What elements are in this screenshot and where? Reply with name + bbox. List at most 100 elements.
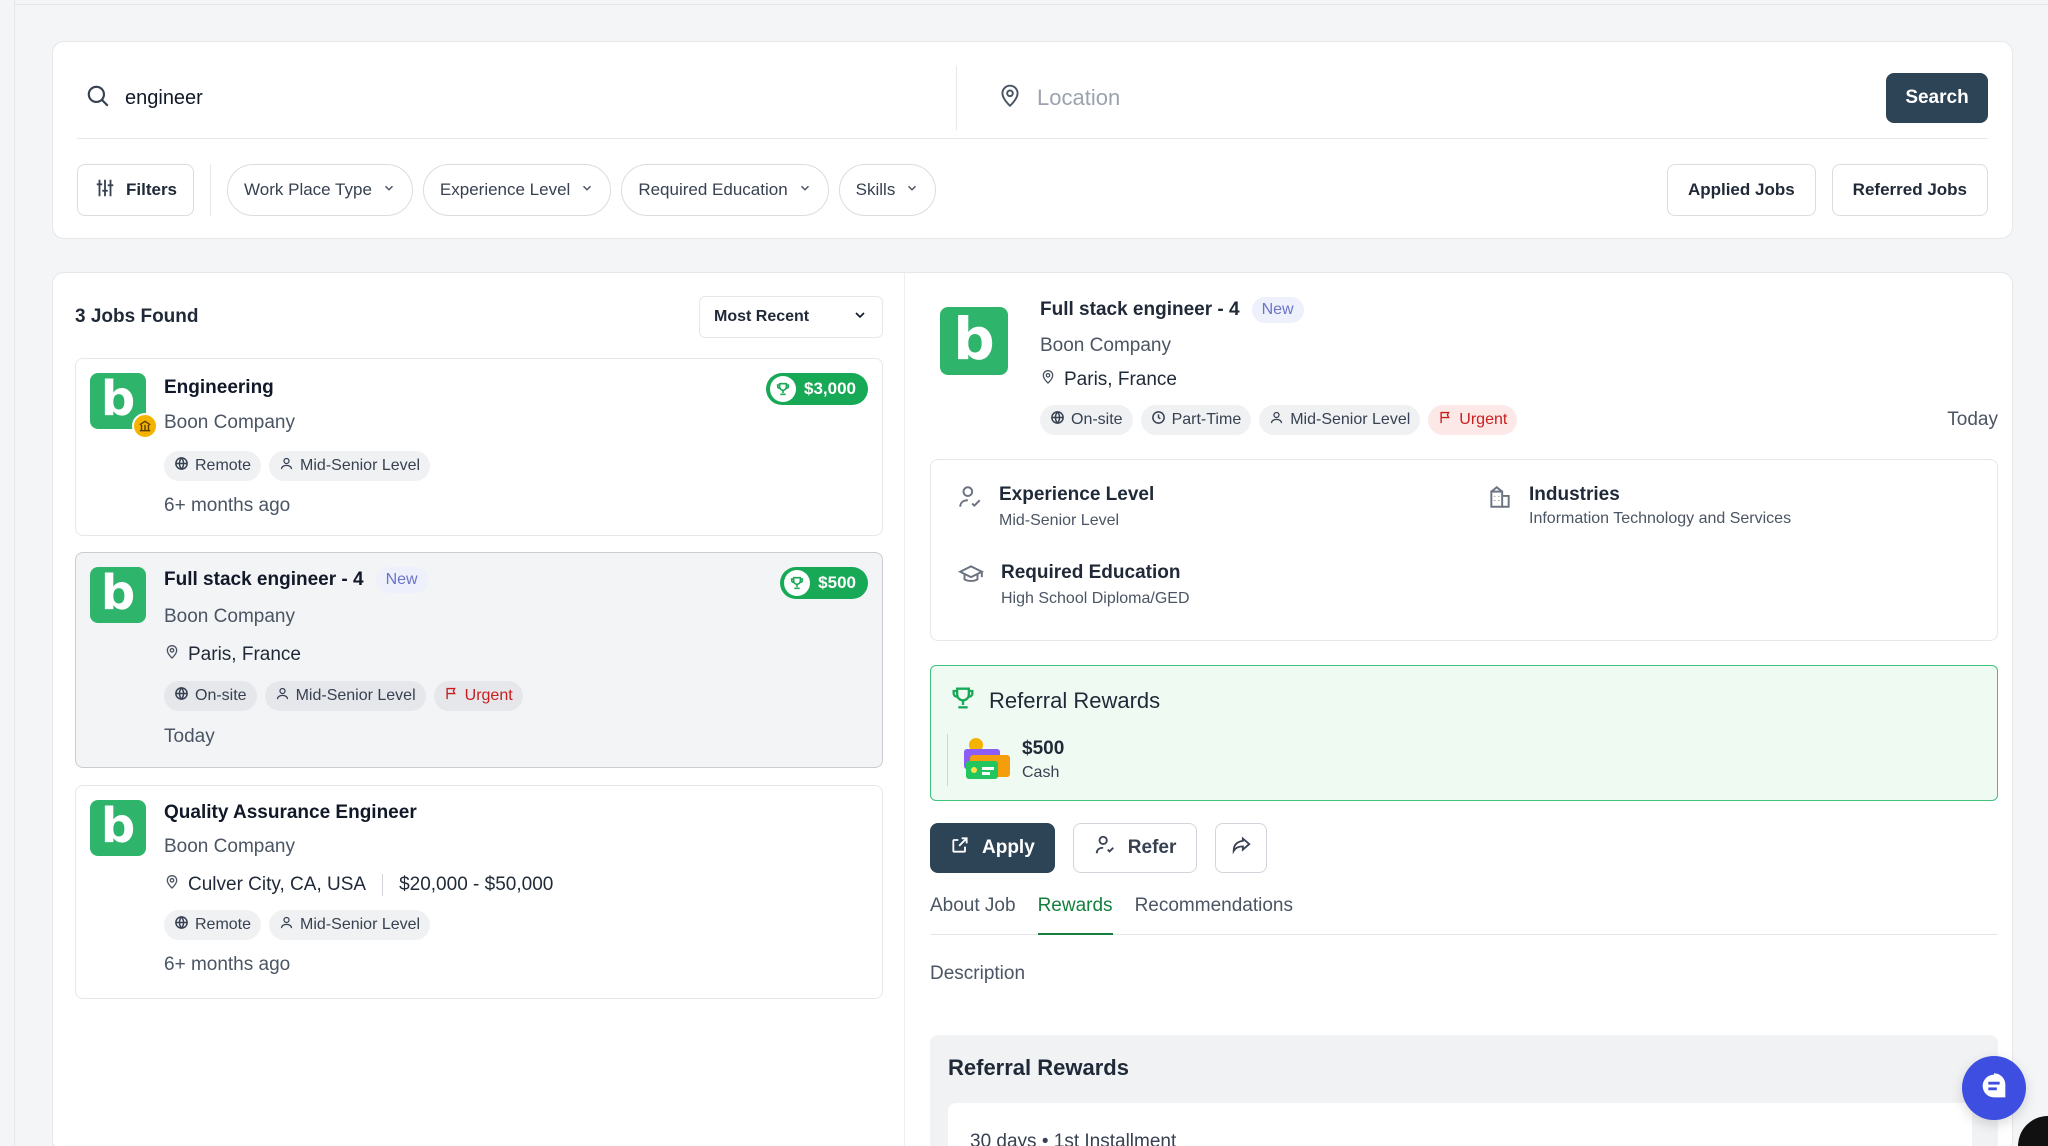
required-education-dropdown[interactable]: Required Education [621,164,829,216]
user-icon [279,456,294,476]
search-input[interactable]: engineer [125,87,203,110]
referred-jobs-button[interactable]: Referred Jobs [1831,164,1988,216]
tab-recommendations[interactable]: Recommendations [1135,893,1293,935]
detail-date: Today [1947,409,1998,430]
location-text: Culver City, CA, USA [188,874,367,895]
chevron-down-icon [580,180,594,200]
education-label: Required Education [1001,562,1181,583]
job-location: Culver City, CA, USA $20,000 - $50,000 [164,874,553,896]
reward-amount: $500 [1022,738,1065,759]
search-button[interactable]: Search [1886,73,1988,123]
job-location: Paris, France [164,644,301,666]
filters-button[interactable]: Filters [77,164,195,216]
location-pin-icon [164,874,180,896]
flag-icon [1438,410,1453,430]
tag-label: Mid-Senior Level [295,687,416,704]
job-list-column: 3 Jobs Found Most Recent b Engineering B… [53,273,905,1146]
sliders-icon [94,177,116,204]
job-title: Engineering [164,377,274,398]
location-text: Paris, France [188,644,301,665]
applied-jobs-button[interactable]: Applied Jobs [1666,164,1816,216]
user-icon [275,686,290,706]
keyword-search-field[interactable]: engineer [77,66,957,130]
job-title: Full stack engineer - 4 [164,569,364,590]
tag-label: On-site [195,687,247,704]
reward-badge: $3,000 [766,373,868,405]
building-icon [1487,484,1513,528]
new-badge: New [375,567,428,593]
location-pin-icon [1040,369,1056,391]
clock-icon [1151,410,1166,430]
filter-separator [210,164,212,216]
reward-amount: $500 [818,573,856,592]
job-company: Boon Company [164,836,295,857]
globe-icon [174,456,189,476]
dropdown-label: Skills [855,180,896,199]
company-logo: b [90,373,158,439]
company-logo: b [90,800,146,856]
job-tags: On-site Mid-Senior Level Urgent [164,681,523,711]
salary-separator [382,874,384,896]
tag-workplace: On-site [164,681,257,711]
search-icon [85,83,111,114]
tag-label: Mid-Senior Level [300,916,421,933]
trophy-icon [770,376,796,402]
job-tags: Remote Mid-Senior Level [164,910,431,940]
bank-icon [132,413,158,439]
apply-button[interactable]: Apply [930,823,1055,873]
detail-company: Boon Company [1040,335,1171,356]
globe-icon [174,915,189,935]
tag-level: Mid-Senior Level [1259,405,1421,435]
tag-level: Mid-Senior Level [269,451,431,481]
location-field[interactable]: Location [957,66,1886,130]
refer-label: Refer [1127,837,1177,858]
refer-button[interactable]: Refer [1072,823,1198,873]
tab-rewards[interactable]: Rewards [1037,893,1113,935]
referral-rewards-panel: Referral Rewards 30 days • 1st Installme… [930,1035,1998,1146]
jobs-found-count: 3 Jobs Found [75,306,199,327]
filters-label: Filters [126,180,178,199]
referral-rewards-card: Referral Rewards $500 Cash [930,665,1998,801]
tab-about-job[interactable]: About Job [930,893,1016,935]
share-icon [1230,834,1252,862]
location-pin-icon [997,83,1023,114]
job-tags: Remote Mid-Senior Level [164,451,431,481]
company-logo: b [90,567,146,623]
tag-label: On-site [1071,411,1123,428]
detail-tags: On-site Part-Time Mid-Senior Level Urgen… [1040,405,1518,435]
location-input[interactable]: Location [1037,85,1120,111]
job-posted: 6+ months ago [164,495,291,516]
experience-level-dropdown[interactable]: Experience Level [422,164,612,216]
experience-label: Experience Level [999,484,1155,505]
chat-icon [1977,1069,2011,1108]
skills-dropdown[interactable]: Skills [838,164,937,216]
search-row: engineer Location Search [77,66,1988,130]
filter-row: Filters Work Place Type Experience Level… [77,164,1988,216]
user-icon [279,915,294,935]
education-info: Required Education High School Diploma/G… [957,562,1190,608]
location-pin-icon [164,644,180,666]
company-logo-letter: b [100,798,136,854]
tag-workplace: On-site [1040,405,1133,435]
job-company: Boon Company [164,606,295,627]
job-card-engineering[interactable]: b Engineering Boon Company $3,000 Remote… [75,358,883,536]
share-button[interactable] [1215,823,1268,873]
company-logo: b [940,307,1008,375]
main-panel: 3 Jobs Found Most Recent b Engineering B… [52,272,2013,1146]
work-place-type-dropdown[interactable]: Work Place Type [227,164,413,216]
chat-button[interactable] [1962,1056,2026,1120]
job-card-qa-engineer[interactable]: b Quality Assurance Engineer Boon Compan… [75,785,883,999]
job-card-full-stack-engineer[interactable]: b Full stack engineer - 4 New Boon Compa… [75,552,883,768]
referral-rewards-panel-title: Referral Rewards [948,1055,1129,1080]
top-divider [14,4,2048,5]
job-title-row: Full stack engineer - 4 New [164,567,428,593]
user-icon [1269,410,1284,430]
reward-amount: $3,000 [804,379,856,398]
company-logo-letter: b [953,305,995,373]
trophy-icon [784,570,811,596]
sort-dropdown[interactable]: Most Recent [699,296,883,338]
description-heading: Description [930,963,1026,984]
job-title: Quality Assurance Engineer [164,802,417,823]
detail-tabs: About Job Rewards Recommendations [930,893,1998,935]
reward-badge: $500 [780,567,868,599]
